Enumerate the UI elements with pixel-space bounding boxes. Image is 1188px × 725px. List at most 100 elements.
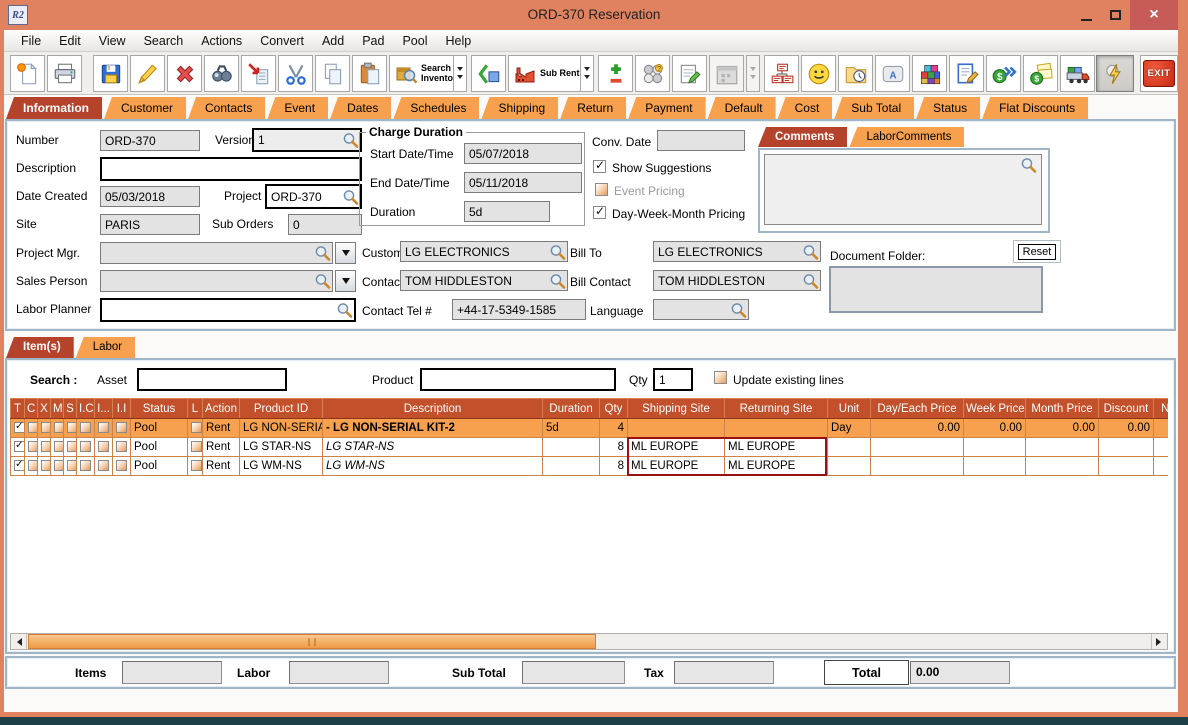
cell-status[interactable]: Pool	[130, 456, 188, 476]
tab-sub-total[interactable]: Sub Total	[834, 97, 915, 119]
col-header-shipping-site[interactable]: Shipping Site	[627, 398, 725, 419]
tab-dates[interactable]: Dates	[330, 97, 392, 119]
cell-returning-site[interactable]: ML EUROPE	[724, 456, 828, 476]
document-folder-box[interactable]	[829, 266, 1043, 313]
col-header-duration[interactable]: Duration	[542, 398, 600, 419]
cell-product-id[interactable]: LG WM-NS	[239, 456, 323, 476]
cell-status[interactable]: Pool	[130, 418, 188, 438]
tab-shipping[interactable]: Shipping	[481, 97, 559, 119]
end-date-field[interactable]: 05/11/2018	[464, 172, 582, 193]
row-checkbox-l[interactable]	[187, 437, 203, 457]
cell-day-price[interactable]	[870, 456, 964, 476]
bill-contact-field[interactable]: TOM HIDDLESTON	[653, 270, 821, 291]
language-field[interactable]	[653, 299, 749, 320]
grid-row-1[interactable]: Pool Rent LG NON-SERIA... - LG NON-SERIA…	[10, 418, 1168, 438]
col-header[interactable]: X	[37, 398, 51, 419]
tab-schedules[interactable]: Schedules	[393, 97, 480, 119]
note-edit-button[interactable]	[949, 55, 984, 92]
cell-qty[interactable]: 8	[599, 437, 628, 457]
row-checkbox[interactable]	[24, 456, 38, 476]
cell-discount[interactable]: 0.00	[1098, 418, 1154, 438]
menu-search[interactable]: Search	[135, 32, 193, 50]
cell-discount[interactable]	[1098, 456, 1154, 476]
row-checkbox-t[interactable]	[10, 456, 25, 476]
tab-status[interactable]: Status	[916, 97, 981, 119]
cell-week-price[interactable]	[963, 437, 1026, 457]
menu-convert[interactable]: Convert	[251, 32, 313, 50]
col-header-product-id[interactable]: Product ID	[239, 398, 323, 419]
row-checkbox-l[interactable]	[187, 456, 203, 476]
menu-pad[interactable]: Pad	[353, 32, 393, 50]
lightning-button[interactable]	[1096, 55, 1134, 92]
row-checkbox-t[interactable]	[10, 437, 25, 457]
col-header[interactable]: I.I	[112, 398, 131, 419]
tab-cost[interactable]: Cost	[777, 97, 833, 119]
cell-action[interactable]: Rent	[202, 437, 240, 457]
cell-status[interactable]: Pool	[130, 437, 188, 457]
col-header-action[interactable]: Action	[202, 398, 240, 419]
minimize-button[interactable]	[1072, 0, 1101, 30]
save-button[interactable]	[93, 55, 128, 92]
col-header-day-price[interactable]: Day/Each Price	[870, 398, 964, 419]
tab-comments[interactable]: Comments	[758, 127, 848, 147]
project-mgr-field[interactable]	[100, 242, 333, 264]
magnifier-icon[interactable]	[549, 272, 566, 289]
row-checkbox[interactable]	[76, 437, 95, 457]
tab-payment[interactable]: Payment	[628, 97, 706, 119]
cell-shipping-site[interactable]: ML EUROPE	[627, 456, 725, 476]
col-header-week-price[interactable]: Week Price	[963, 398, 1026, 419]
row-checkbox[interactable]	[37, 456, 51, 476]
project-field[interactable]: ORD-370	[265, 184, 362, 209]
duration-field[interactable]: 5d	[464, 201, 550, 222]
row-checkbox[interactable]	[63, 437, 77, 457]
row-checkbox[interactable]	[24, 437, 38, 457]
sub-rent-button[interactable]: Sub Rent	[508, 55, 585, 92]
scroll-left-button[interactable]	[11, 634, 27, 649]
delete-button[interactable]	[167, 55, 202, 92]
col-header-description[interactable]: Description	[322, 398, 543, 419]
dollar-notes-button[interactable]: $	[1023, 55, 1058, 92]
row-checkbox[interactable]	[112, 437, 131, 457]
menu-view[interactable]: View	[90, 32, 135, 50]
dollar-forward-button[interactable]: $	[986, 55, 1021, 92]
cell-description[interactable]: - LG NON-SERIAL KIT-2	[322, 418, 543, 438]
truck-load-button[interactable]	[1060, 55, 1095, 92]
new-document-button[interactable]	[10, 55, 45, 92]
sub-orders-field[interactable]: 0	[288, 214, 362, 235]
sales-person-dropdown[interactable]	[335, 270, 356, 292]
menu-actions[interactable]: Actions	[192, 32, 251, 50]
bill-to-field[interactable]: LG ELECTRONICS	[653, 241, 821, 262]
tab-labor[interactable]: Labor	[75, 337, 136, 358]
row-checkbox[interactable]	[112, 456, 131, 476]
edit-button[interactable]	[130, 55, 165, 92]
row-checkbox[interactable]	[50, 456, 64, 476]
magnifier-icon[interactable]	[342, 132, 359, 149]
site-field[interactable]: PARIS	[100, 214, 200, 235]
cell-unit[interactable]	[827, 456, 871, 476]
show-suggestions-checkbox[interactable]	[593, 158, 606, 173]
row-checkbox[interactable]	[50, 418, 64, 438]
cell-description[interactable]: LG STAR-NS	[322, 437, 543, 457]
magnifier-icon[interactable]	[314, 273, 331, 290]
tab-return[interactable]: Return	[560, 97, 627, 119]
number-field[interactable]: ORD-370	[100, 130, 200, 151]
tab-customer[interactable]: Customer	[104, 97, 187, 119]
find-button[interactable]	[204, 55, 239, 92]
contact-field[interactable]: TOM HIDDLESTON	[400, 270, 568, 291]
magnifier-icon[interactable]	[1020, 157, 1037, 174]
col-header-month-price[interactable]: Month Price	[1025, 398, 1099, 419]
update-existing-checkbox[interactable]	[714, 371, 727, 384]
cell-day-price[interactable]: 0.00	[870, 418, 964, 438]
paste-button[interactable]	[352, 55, 387, 92]
search-inventory-dropdown[interactable]	[453, 55, 467, 92]
cell-action[interactable]: Rent	[202, 456, 240, 476]
menu-pool[interactable]: Pool	[393, 32, 436, 50]
col-header-qty[interactable]: Qty	[599, 398, 628, 419]
col-header-net[interactable]: Ne	[1153, 398, 1168, 419]
tab-contacts[interactable]: Contacts	[188, 97, 266, 119]
col-header[interactable]: L	[187, 398, 203, 419]
tab-labor-comments[interactable]: LaborComments	[849, 127, 965, 147]
cell-duration[interactable]	[542, 437, 600, 457]
print-button[interactable]	[47, 55, 82, 92]
row-checkbox-t[interactable]	[10, 418, 25, 438]
